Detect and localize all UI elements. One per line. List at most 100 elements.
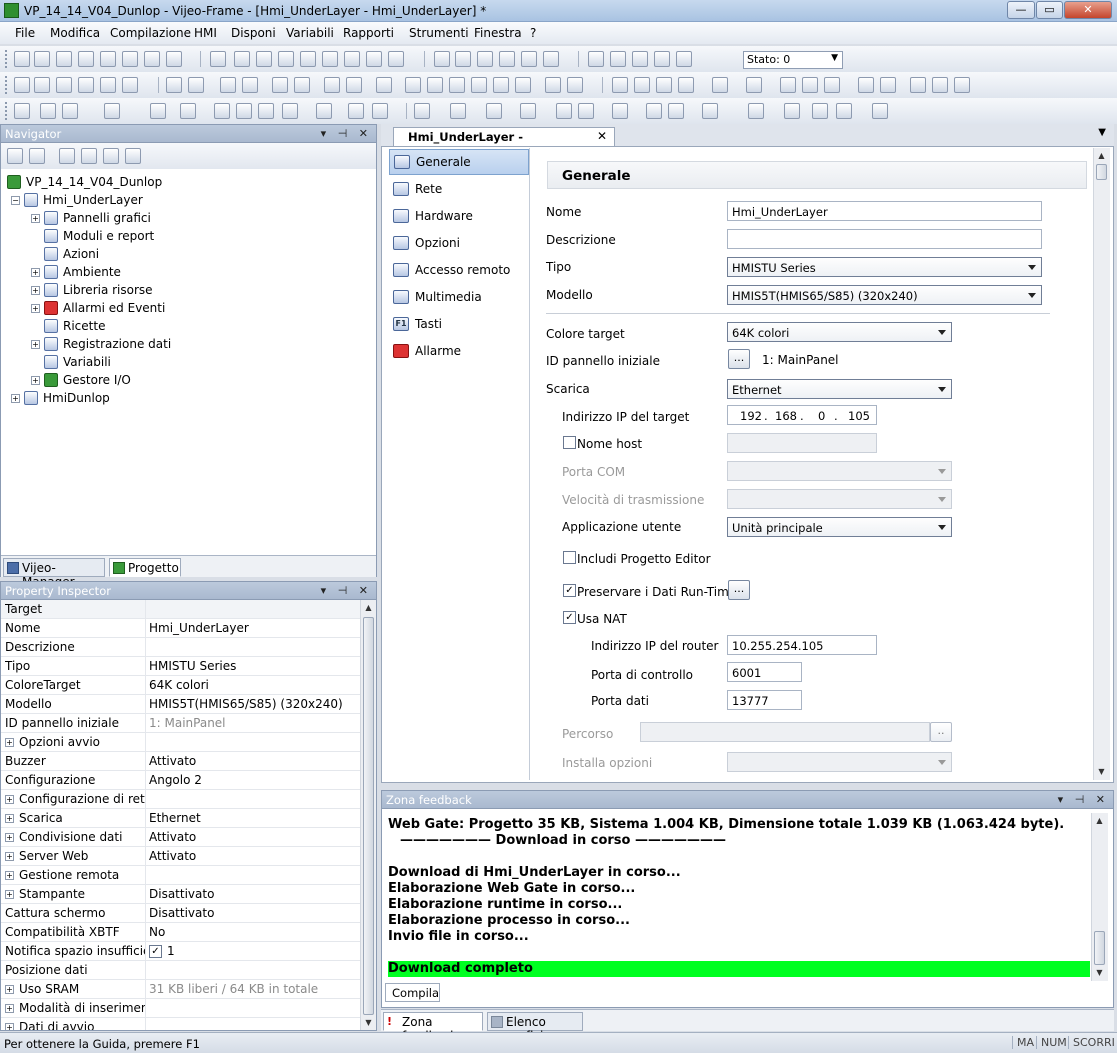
collapse-icon[interactable]: − [11, 195, 20, 205]
expand-icon[interactable]: + [5, 852, 14, 861]
scroll-down-icon[interactable]: ▼ [361, 1015, 376, 1030]
close-button[interactable]: ✕ [1064, 1, 1112, 19]
tipo-select[interactable]: HMISTU Series [727, 257, 1042, 277]
bar-graph-icon[interactable] [520, 103, 536, 119]
tree-item-azioni[interactable]: Azioni [44, 245, 99, 263]
property-row[interactable]: + Uso SRAM 31 KB liberi / 64 KB in totale [1, 980, 360, 999]
ball-icon[interactable] [612, 103, 628, 119]
lock-icon[interactable] [632, 51, 648, 67]
property-row[interactable]: + Stampante Disattivato [1, 885, 360, 904]
find-icon[interactable] [366, 51, 382, 67]
scroll-thumb[interactable] [1096, 164, 1107, 180]
expand-icon[interactable]: + [5, 738, 14, 747]
alarm-display-icon[interactable] [668, 103, 684, 119]
align-middle-icon[interactable] [427, 77, 443, 93]
property-value[interactable]: Ethernet [149, 811, 201, 825]
tab-zona-feedback[interactable]: !Zona feedback [383, 1012, 483, 1043]
meter-icon[interactable] [556, 103, 572, 119]
nome-host-checkbox[interactable] [563, 436, 576, 449]
editor-scrollbar[interactable]: ▲ ▼ [1093, 148, 1110, 780]
expand-icon[interactable]: + [31, 375, 40, 385]
property-row[interactable]: Posizione dati [1, 961, 360, 980]
alert-icon[interactable] [34, 77, 50, 93]
property-row[interactable]: Nome Hmi_UnderLayer [1, 619, 360, 638]
download-icon[interactable] [144, 51, 160, 67]
stop-icon[interactable] [477, 51, 493, 67]
tree-item-allarmi-eventi[interactable]: + Allarmi ed Eventi [31, 299, 165, 317]
size-width-icon[interactable] [545, 77, 561, 93]
property-row[interactable]: Cattura schermo Disattivato [1, 904, 360, 923]
minimize-button[interactable]: — [1007, 1, 1035, 19]
trend-icon[interactable] [702, 103, 718, 119]
property-row[interactable]: ID pannello iniziale 1: MainPanel [1, 714, 360, 733]
tab-progetto[interactable]: Progetto [109, 558, 181, 577]
close-tab-icon[interactable]: ✕ [597, 129, 607, 143]
property-row[interactable]: + Server Web Attivato [1, 847, 360, 866]
expand-icon[interactable]: + [31, 285, 40, 295]
align-right-icon[interactable] [471, 77, 487, 93]
tree-diagram-icon[interactable] [748, 103, 764, 119]
preservare-dati-button[interactable]: ... [728, 580, 750, 600]
zoom-icon[interactable] [56, 77, 72, 93]
scroll-up-icon[interactable]: ▲ [361, 600, 376, 615]
build-icon[interactable] [166, 51, 182, 67]
align-center-icon[interactable] [294, 77, 310, 93]
download-target-icon[interactable] [103, 148, 119, 164]
property-value[interactable]: HMIS5T(HMIS65/S85) (320x240) [149, 697, 343, 711]
new-panel-icon[interactable] [7, 148, 23, 164]
property-row[interactable]: Tipo HMISTU Series [1, 657, 360, 676]
properties-icon[interactable] [122, 51, 138, 67]
menu-disponi[interactable]: Disponi [231, 26, 276, 40]
lock-object-icon[interactable] [824, 77, 840, 93]
delete-icon[interactable] [344, 51, 360, 67]
tree-item-registrazione-dati[interactable]: + Registrazione dati [31, 335, 171, 353]
level-icon[interactable] [578, 103, 594, 119]
category-hardware[interactable]: Hardware [389, 203, 529, 229]
category-accesso-remoto[interactable]: Accesso remoto [389, 257, 529, 283]
property-row[interactable]: Notifica spazio insufficiente ✓ 1 [1, 942, 360, 961]
property-value[interactable]: HMISTU Series [149, 659, 236, 673]
modello-select[interactable]: HMIS5T(HMIS65/S85) (320x240) [727, 285, 1042, 305]
scarica-select[interactable]: Ethernet [727, 379, 952, 399]
property-value[interactable]: Attivato [149, 830, 196, 844]
property-row[interactable]: Descrizione [1, 638, 360, 657]
category-rete[interactable]: Rete [389, 176, 529, 202]
expand-icon[interactable]: + [5, 833, 14, 842]
grid-toggle-icon[interactable] [872, 103, 888, 119]
tree-item-libreria-risorse[interactable]: + Libreria risorse [31, 281, 153, 299]
paste-special-icon[interactable] [322, 51, 338, 67]
menu-hmi[interactable]: HMI [194, 26, 217, 40]
property-row[interactable]: + Dati di avvio [1, 1018, 360, 1030]
hatch-icon[interactable] [316, 103, 332, 119]
flip-icon[interactable] [346, 77, 362, 93]
category-multimedia[interactable]: Multimedia [389, 284, 529, 310]
align-top-icon[interactable] [405, 77, 421, 93]
porta-controllo-input[interactable]: 6001 [727, 662, 802, 682]
descrizione-input[interactable] [727, 229, 1042, 249]
property-value[interactable]: Hmi_UnderLayer [149, 621, 249, 635]
hierarchy-icon[interactable] [954, 77, 970, 93]
includi-progetto-checkbox[interactable] [563, 551, 576, 564]
paste-icon[interactable] [300, 51, 316, 67]
new-file-icon[interactable] [14, 51, 30, 67]
distribute-icon[interactable] [493, 77, 509, 93]
align-bottom-icon[interactable] [449, 77, 465, 93]
dot-icon[interactable] [40, 103, 56, 119]
category-tasti[interactable]: F1 Tasti [389, 311, 529, 337]
open-folder-icon[interactable] [34, 51, 50, 67]
applicazione-utente-select[interactable]: Unità principale [727, 517, 952, 537]
tab-elenco-grafici[interactable]: Elenco grafici [487, 1012, 583, 1043]
expand-icon[interactable]: + [31, 213, 40, 223]
line-icon[interactable] [62, 103, 78, 119]
guide-icon[interactable] [634, 77, 650, 93]
forward-arrow-icon[interactable] [455, 51, 471, 67]
id-pannello-browse-button[interactable]: ... [728, 349, 750, 369]
polygon-icon[interactable] [282, 103, 298, 119]
menu-finestra[interactable]: Finestra [474, 26, 522, 40]
group-icon[interactable] [220, 77, 236, 93]
notifica-checkbox[interactable]: ✓ [149, 945, 162, 958]
menu-rapporti[interactable]: Rapporti [343, 26, 394, 40]
ruler-icon[interactable] [656, 77, 672, 93]
property-value[interactable]: Attivato [149, 754, 196, 768]
expand-icon[interactable]: + [31, 339, 40, 349]
